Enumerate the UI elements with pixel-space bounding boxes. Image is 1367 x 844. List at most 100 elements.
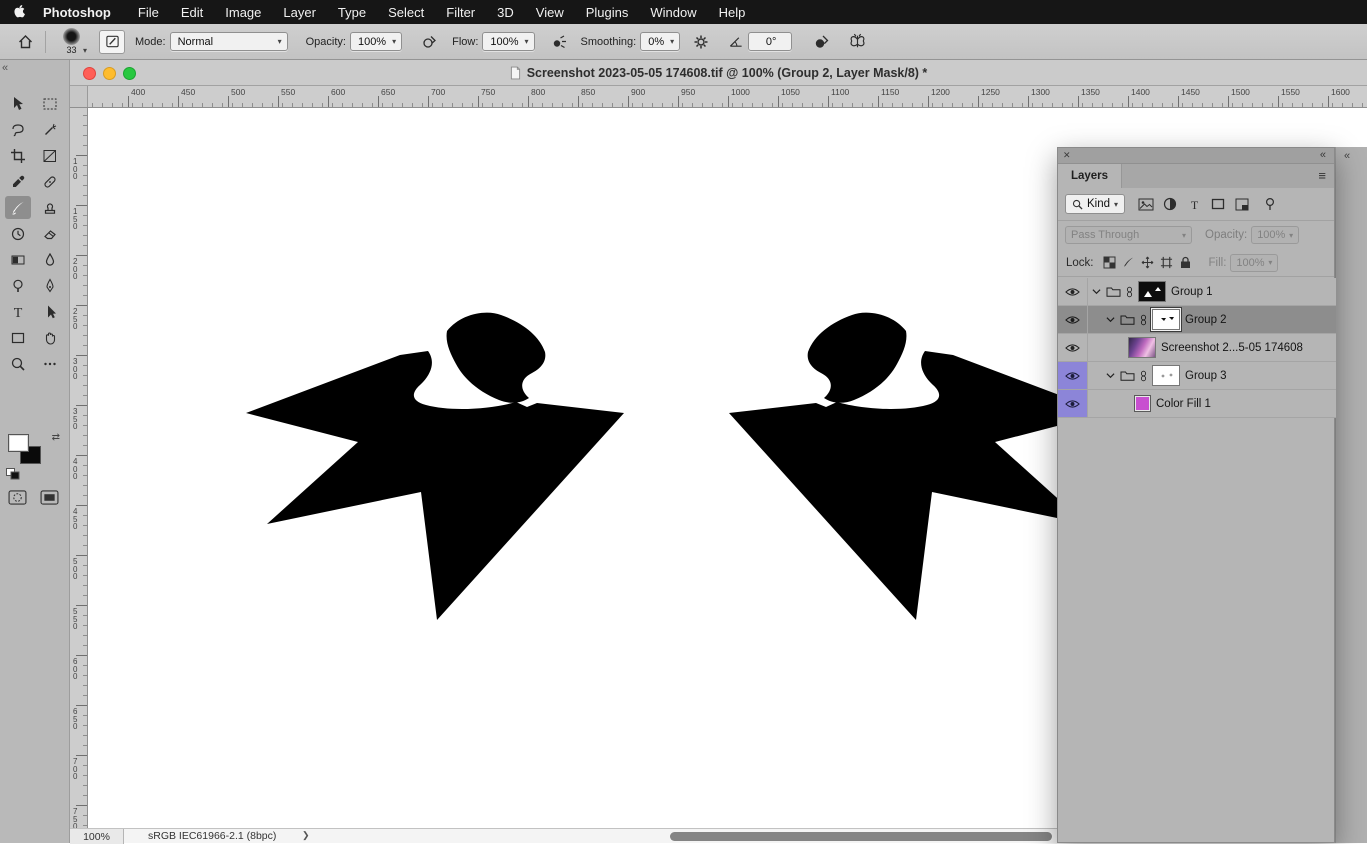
clone-stamp-tool[interactable] (37, 196, 63, 219)
lock-artboard-icon[interactable] (1157, 254, 1176, 272)
menu-item-window[interactable]: Window (639, 5, 707, 20)
layer-row-group-1[interactable]: Group 1 (1058, 278, 1336, 306)
zoom-level-field[interactable]: 100% (70, 829, 124, 844)
visibility-toggle[interactable] (1058, 362, 1088, 389)
lasso-tool[interactable] (5, 118, 31, 141)
horizontal-scrollbar-thumb[interactable] (670, 832, 1052, 841)
opacity-select[interactable]: 100% ▾ (349, 32, 403, 51)
opacity-pressure-button[interactable] (416, 29, 442, 55)
lock-transparency-icon[interactable] (1100, 254, 1119, 272)
rectangle-tool[interactable] (5, 326, 31, 349)
layer-opacity-select[interactable]: 100% ▾ (1251, 226, 1300, 244)
menu-item-layer[interactable]: Layer (272, 5, 327, 20)
default-colors-icon[interactable] (6, 468, 20, 480)
menu-item-select[interactable]: Select (377, 5, 435, 20)
menu-item-3d[interactable]: 3D (486, 5, 525, 20)
collapse-tools-icon[interactable]: « (2, 62, 8, 74)
filter-kind-select[interactable]: Kind ▾ (1065, 194, 1126, 214)
symmetry-butterfly-button[interactable] (844, 29, 870, 55)
layer-row-color-fill-1[interactable]: Color Fill 1 (1058, 390, 1336, 418)
blur-tool[interactable] (37, 248, 63, 271)
object-selection-tool[interactable] (37, 118, 63, 141)
menu-item-edit[interactable]: Edit (170, 5, 214, 20)
chevron-down-icon[interactable] (1106, 316, 1115, 323)
move-tool[interactable] (5, 92, 31, 115)
foreground-color-swatch[interactable] (8, 434, 29, 452)
filter-pixel-layers-icon[interactable] (1135, 194, 1157, 214)
gradient-tool[interactable] (5, 248, 31, 271)
layer-row-group-2[interactable]: Group 2 (1058, 306, 1336, 334)
flow-select[interactable]: 100% ▾ (482, 32, 535, 51)
app-name[interactable]: Photoshop (43, 5, 111, 20)
zoom-tool[interactable] (5, 352, 31, 375)
path-selection-tool[interactable] (37, 300, 63, 323)
visibility-toggle[interactable] (1058, 306, 1088, 333)
eyedropper-tool[interactable] (5, 170, 31, 193)
apple-icon[interactable] (14, 4, 27, 20)
tab-layers[interactable]: Layers (1058, 164, 1122, 188)
menu-item-help[interactable]: Help (708, 5, 757, 20)
smoothing-options-gear-button[interactable] (688, 29, 714, 55)
menu-item-image[interactable]: Image (214, 5, 272, 20)
brush-preset-picker[interactable]: 33 ▾ (63, 28, 87, 55)
layer-thumbnail[interactable] (1128, 337, 1156, 358)
hand-tool[interactable] (37, 326, 63, 349)
home-button[interactable] (12, 29, 38, 55)
crop-tool[interactable] (5, 144, 31, 167)
visibility-toggle[interactable] (1058, 334, 1088, 361)
close-panel-icon[interactable]: ✕ (1063, 150, 1071, 161)
layer-row-screenshot[interactable]: Screenshot 2...5-05 174608 (1058, 334, 1336, 362)
filter-adjustment-layers-icon[interactable] (1159, 194, 1181, 214)
lock-all-icon[interactable] (1176, 254, 1195, 272)
chevron-down-icon[interactable] (1092, 288, 1101, 295)
filter-pin-icon[interactable] (1259, 194, 1281, 214)
fill-color-thumbnail[interactable] (1134, 395, 1151, 412)
layer-name[interactable]: Group 1 (1171, 286, 1213, 298)
chevron-down-icon[interactable] (1106, 372, 1115, 379)
screen-mode-button[interactable] (36, 488, 62, 507)
slice-tool[interactable] (37, 144, 63, 167)
size-pressure-button[interactable] (808, 29, 834, 55)
spot-healing-tool[interactable] (37, 170, 63, 193)
dodge-tool[interactable] (5, 274, 31, 297)
blend-mode-select[interactable]: Pass Through ▾ (1065, 226, 1192, 244)
lock-image-icon[interactable] (1119, 254, 1138, 272)
brush-tool[interactable] (5, 196, 31, 219)
visibility-toggle[interactable] (1058, 390, 1088, 417)
menu-item-file[interactable]: File (127, 5, 170, 20)
filter-type-layers-icon[interactable]: T (1183, 194, 1205, 214)
marquee-tool[interactable] (37, 92, 63, 115)
layer-row-group-3[interactable]: Group 3 (1058, 362, 1336, 390)
status-options-chevron-icon[interactable]: ❯ (302, 830, 310, 841)
brush-settings-toggle[interactable] (99, 29, 126, 54)
menu-item-view[interactable]: View (525, 5, 575, 20)
brush-angle-control[interactable]: 0° (728, 32, 793, 51)
filter-shape-layers-icon[interactable] (1207, 194, 1229, 214)
collapse-dock-icon[interactable]: « (1344, 150, 1350, 162)
more-tool[interactable] (37, 352, 63, 375)
panel-menu-icon[interactable]: ≡ (1318, 168, 1326, 183)
menu-item-plugins[interactable]: Plugins (575, 5, 640, 20)
quick-mask-button[interactable] (4, 488, 30, 507)
layer-mask-thumbnail-selected[interactable] (1152, 309, 1180, 330)
smoothing-select[interactable]: 0% ▾ (640, 32, 681, 51)
fill-select[interactable]: 100% ▾ (1230, 253, 1279, 272)
pen-tool[interactable] (37, 274, 63, 297)
layer-mask-thumbnail[interactable] (1138, 281, 1166, 302)
airbrush-button[interactable] (547, 29, 573, 55)
lock-position-icon[interactable] (1138, 254, 1157, 272)
visibility-toggle[interactable] (1058, 278, 1088, 305)
layer-name[interactable]: Screenshot 2...5-05 174608 (1161, 342, 1303, 354)
menu-item-filter[interactable]: Filter (435, 5, 486, 20)
mode-select[interactable]: Normal ▾ (169, 32, 288, 51)
layer-name[interactable]: Group 2 (1185, 314, 1227, 326)
history-brush-tool[interactable] (5, 222, 31, 245)
eraser-tool[interactable] (37, 222, 63, 245)
type-tool[interactable]: T (5, 300, 31, 323)
layer-name[interactable]: Color Fill 1 (1156, 398, 1211, 410)
swap-colors-icon[interactable]: ⇄ (52, 432, 60, 443)
layer-name[interactable]: Group 3 (1185, 370, 1227, 382)
menu-item-type[interactable]: Type (327, 5, 377, 20)
collapse-panel-icon[interactable]: « (1320, 149, 1326, 161)
layer-mask-thumbnail[interactable] (1152, 365, 1180, 386)
